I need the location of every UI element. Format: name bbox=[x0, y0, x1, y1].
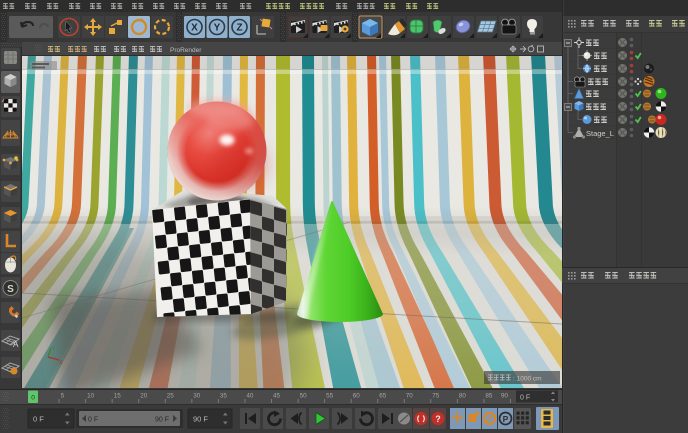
svg-text:80: 80 bbox=[459, 393, 467, 400]
svg-text:P: P bbox=[503, 414, 509, 424]
svg-text:Z: Z bbox=[236, 23, 242, 34]
svg-text:20: 20 bbox=[140, 393, 148, 400]
svg-text:15: 15 bbox=[114, 393, 122, 400]
svg-text:30: 30 bbox=[193, 393, 201, 400]
svg-text:0 F: 0 F bbox=[33, 415, 44, 424]
svg-text:55: 55 bbox=[326, 393, 334, 400]
svg-text:A: A bbox=[13, 340, 19, 349]
svg-text:: 1000 cm: : 1000 cm bbox=[513, 376, 542, 383]
svg-text:90 F: 90 F bbox=[193, 415, 208, 424]
svg-text:40: 40 bbox=[246, 393, 254, 400]
svg-text:90 F: 90 F bbox=[155, 417, 169, 424]
svg-text:70: 70 bbox=[406, 393, 414, 400]
svg-text:75: 75 bbox=[432, 393, 440, 400]
svg-text:S: S bbox=[7, 284, 14, 295]
svg-text:25: 25 bbox=[167, 393, 175, 400]
svg-text:45: 45 bbox=[273, 393, 281, 400]
svg-text:35: 35 bbox=[220, 393, 228, 400]
svg-text:60: 60 bbox=[353, 393, 361, 400]
svg-text:ProRender: ProRender bbox=[170, 47, 202, 54]
svg-text:0 F: 0 F bbox=[520, 395, 530, 402]
svg-text:0: 0 bbox=[31, 395, 35, 402]
svg-text:Stage_L: Stage_L bbox=[586, 129, 614, 138]
svg-text:90: 90 bbox=[501, 393, 509, 400]
svg-text:10: 10 bbox=[87, 393, 95, 400]
svg-text:85: 85 bbox=[485, 393, 493, 400]
svg-text:?: ? bbox=[435, 414, 441, 424]
svg-text:0 F: 0 F bbox=[88, 417, 98, 424]
svg-text:65: 65 bbox=[379, 393, 387, 400]
svg-text:Y: Y bbox=[214, 23, 221, 34]
svg-text:5: 5 bbox=[61, 393, 65, 400]
svg-text:X: X bbox=[191, 23, 198, 34]
svg-text:50: 50 bbox=[300, 393, 308, 400]
